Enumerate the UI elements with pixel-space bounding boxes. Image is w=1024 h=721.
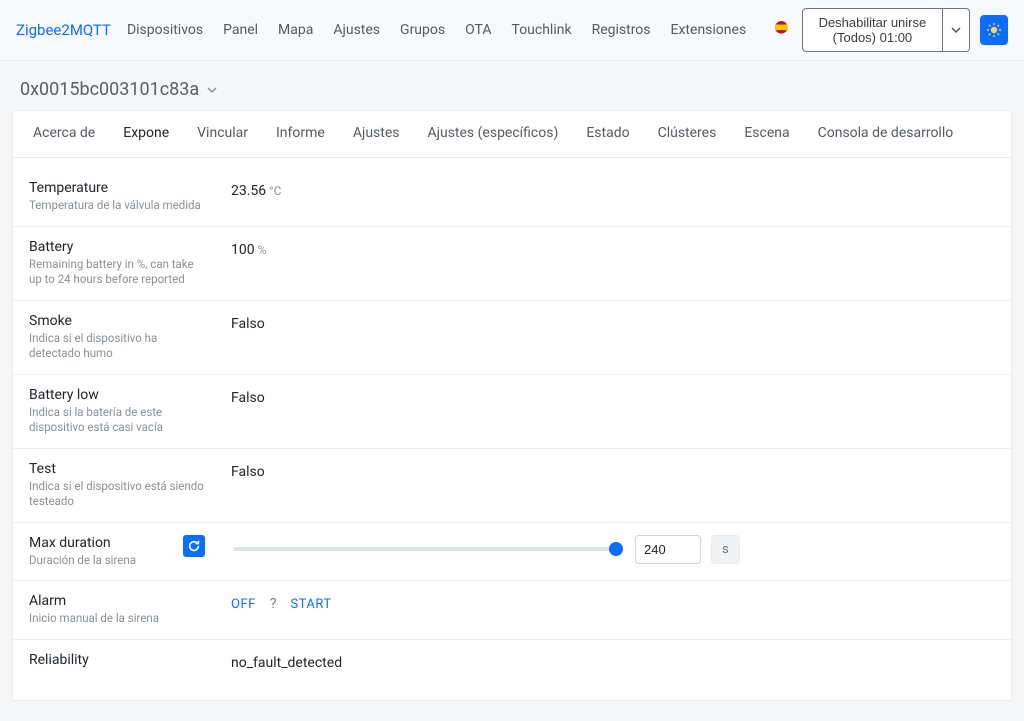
max-duration-slider[interactable]	[233, 547, 623, 551]
tab-estado[interactable]: Estado	[572, 111, 643, 157]
value-reliability: no_fault_detected	[231, 655, 342, 671]
label-title: Smoke	[29, 313, 209, 329]
sun-icon	[986, 22, 1002, 38]
tab-consola[interactable]: Consola de desarrollo	[804, 111, 968, 157]
label-desc: Indica si el dispositivo ha detectado hu…	[29, 331, 209, 362]
label-title: Battery	[29, 239, 209, 255]
locale-flag-icon[interactable]	[775, 21, 788, 39]
nav-touchlink[interactable]: Touchlink	[504, 16, 580, 44]
alarm-state-unknown: ?	[270, 596, 277, 612]
nav-extensiones[interactable]: Extensiones	[663, 16, 755, 44]
label-title: Max duration	[29, 535, 209, 551]
permit-join-button[interactable]: Deshabilitar unirse (Todos) 01:00	[802, 8, 943, 52]
tab-ajustes[interactable]: Ajustes	[339, 111, 414, 157]
label-desc: Inicio manual de la sirena	[29, 611, 209, 627]
label-desc: Temperatura de la válvula medida	[29, 198, 209, 214]
device-title-caret[interactable]	[207, 79, 217, 100]
tab-acerca-de[interactable]: Acerca de	[19, 111, 109, 157]
nav-panel[interactable]: Panel	[215, 16, 266, 44]
value-temperature: 23.56°C	[231, 183, 281, 199]
expose-card: Temperature Temperatura de la válvula me…	[12, 158, 1012, 701]
nav-grupos[interactable]: Grupos	[392, 16, 453, 44]
value-battery-low: Falso	[231, 390, 265, 406]
label-title: Temperature	[29, 180, 209, 196]
tab-escena[interactable]: Escena	[730, 111, 803, 157]
tab-clusteres[interactable]: Clústeres	[644, 111, 731, 157]
alarm-off-button[interactable]: OFF	[231, 597, 256, 612]
row-battery-low: Battery low Indica si la batería de este…	[13, 375, 1011, 449]
max-duration-input[interactable]	[635, 535, 701, 564]
refresh-button[interactable]	[183, 535, 205, 557]
label-desc: Duración de la sirena	[29, 553, 209, 569]
refresh-icon	[187, 539, 201, 553]
label-desc: Indica si la batería de este dispositivo…	[29, 405, 209, 436]
device-tabs: Acerca de Expone Vincular Informe Ajuste…	[12, 110, 1012, 157]
top-navbar: Zigbee2MQTT Dispositivos Panel Mapa Ajus…	[0, 0, 1024, 61]
row-alarm: Alarm Inicio manual de la sirena OFF ? S…	[13, 581, 1011, 640]
label-title: Battery low	[29, 387, 209, 403]
device-id[interactable]: 0x0015bc003101c83a	[20, 79, 199, 100]
value-test: Falso	[231, 464, 265, 480]
theme-toggle-button[interactable]	[980, 15, 1008, 45]
tab-informe[interactable]: Informe	[262, 111, 339, 157]
tab-vincular[interactable]: Vincular	[183, 111, 262, 157]
row-temperature: Temperature Temperatura de la válvula me…	[13, 168, 1011, 227]
nav-dispositivos[interactable]: Dispositivos	[119, 16, 211, 44]
nav-registros[interactable]: Registros	[584, 16, 659, 44]
value-smoke: Falso	[231, 316, 265, 332]
label-title: Alarm	[29, 593, 209, 609]
row-test: Test Indica si el dispositivo está siend…	[13, 449, 1011, 523]
label-title: Reliability	[29, 652, 209, 668]
nav-ajustes[interactable]: Ajustes	[325, 16, 388, 44]
brand-link[interactable]: Zigbee2MQTT	[16, 21, 111, 39]
tab-ajustes-especificos[interactable]: Ajustes (específicos)	[414, 111, 573, 157]
label-title: Test	[29, 461, 209, 477]
label-desc: Indica si el dispositivo está siendo tes…	[29, 479, 209, 510]
value-battery: 100%	[231, 242, 266, 258]
label-desc: Remaining battery in %, can take up to 2…	[29, 257, 209, 288]
chevron-down-icon	[951, 25, 961, 35]
nav-ota[interactable]: OTA	[457, 16, 499, 44]
row-smoke: Smoke Indica si el dispositivo ha detect…	[13, 301, 1011, 375]
max-duration-unit: s	[711, 535, 740, 564]
tab-expone[interactable]: Expone	[109, 111, 183, 157]
permit-join-dropdown[interactable]	[943, 8, 970, 52]
row-battery: Battery Remaining battery in %, can take…	[13, 227, 1011, 301]
alarm-start-button[interactable]: START	[290, 597, 331, 612]
chevron-down-icon	[207, 85, 217, 95]
nav-mapa[interactable]: Mapa	[270, 16, 321, 44]
device-title-row: 0x0015bc003101c83a	[0, 61, 1024, 110]
permit-join-group: Deshabilitar unirse (Todos) 01:00	[802, 8, 970, 52]
row-reliability: Reliability no_fault_detected	[13, 640, 1011, 686]
